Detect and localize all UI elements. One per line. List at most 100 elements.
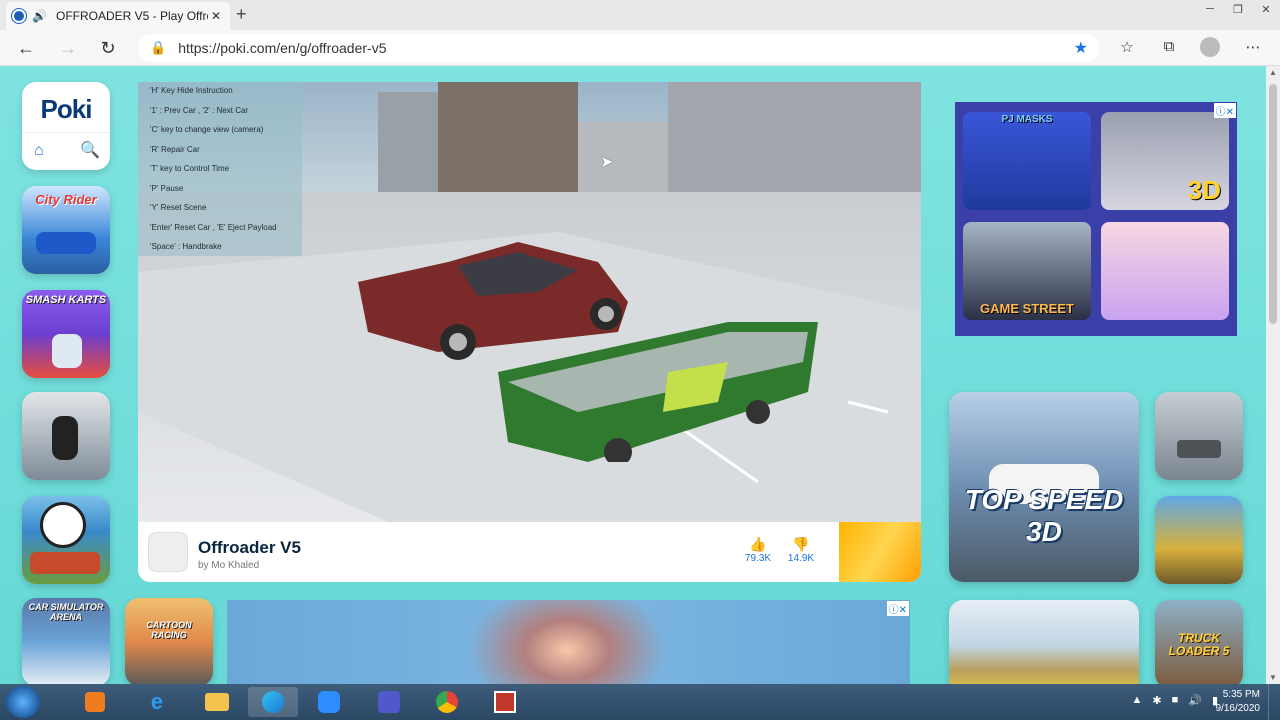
- browser-tab-strip: 🔊 OFFROADER V5 - Play Offro ✕ + ─ ❐ ✕: [0, 0, 1280, 30]
- game-author: by Mo Khaled: [198, 560, 260, 571]
- game-card-tank[interactable]: [1155, 392, 1243, 480]
- clock-time: 5:35 PM: [1222, 689, 1260, 700]
- tray-expand-icon[interactable]: ▲: [1131, 694, 1142, 707]
- taskbar-clock[interactable]: 5:35 PM 9/16/2020: [1200, 688, 1261, 716]
- game-thumb-label: CARTOON RACING: [146, 620, 192, 640]
- thumbs-down-icon: 👎: [792, 536, 810, 552]
- edge-browser-icon[interactable]: [248, 687, 298, 717]
- favorites-icon[interactable]: ☆: [1116, 38, 1138, 60]
- new-tab-icon[interactable]: +: [236, 4, 247, 25]
- media-player-icon[interactable]: [70, 687, 120, 717]
- ad-tile-label: 3D: [1187, 175, 1221, 205]
- decorative-stripe: [839, 522, 921, 582]
- thumbs-up-icon: 👍: [749, 536, 767, 552]
- windows-taskbar: e ▲ ✱ ■ 🔊 ▮ 5:35 PM 9/16/2020: [0, 684, 1280, 720]
- ad-bottom[interactable]: ⓘ✕: [227, 600, 910, 684]
- game-title: Offroader V5: [198, 538, 301, 557]
- url-text: https://poki.com/en/g/offroader-v5: [178, 40, 387, 56]
- instruction-line: 'Space' : Handbrake: [150, 242, 222, 251]
- instruction-line: 'C' key to change view (camera): [150, 125, 264, 134]
- browser-tab[interactable]: 🔊 OFFROADER V5 - Play Offro ✕: [6, 2, 230, 30]
- poki-logo-card: Poki ⌂ 🔍: [22, 82, 110, 170]
- game-thumb-smash-karts[interactable]: SMASH KARTS: [22, 290, 110, 378]
- collections-icon[interactable]: ⧉: [1158, 38, 1180, 60]
- game-card-rally[interactable]: [949, 600, 1139, 684]
- search-icon[interactable]: 🔍: [80, 140, 100, 160]
- instruction-line: 'H' Key Hide Instruction: [150, 86, 233, 95]
- game-canvas[interactable]: 'H' Key Hide Instruction '1' : Prev Car …: [138, 82, 921, 522]
- ad-close-icon[interactable]: ⓘ✕: [886, 601, 909, 616]
- like-button[interactable]: 👍 79.3K: [738, 536, 778, 564]
- game-thumb-moto[interactable]: [22, 392, 110, 480]
- start-button[interactable]: [6, 686, 40, 718]
- game-thumb-car-sim-arena[interactable]: CAR SIMULATOR ARENA: [22, 598, 110, 684]
- app-icon[interactable]: [480, 687, 530, 717]
- speaker-icon[interactable]: 🔊: [32, 9, 48, 23]
- window-controls: ─ ❐ ✕: [1196, 0, 1280, 18]
- scroll-down-icon[interactable]: ▼: [1269, 673, 1277, 682]
- edge-favicon-icon: [12, 9, 26, 23]
- instruction-line: 'P' Pause: [150, 183, 184, 193]
- game-card-label: TOP SPEED 3D: [964, 484, 1124, 547]
- internet-explorer-icon[interactable]: e: [132, 687, 182, 717]
- url-field[interactable]: 🔒 https://poki.com/en/g/offroader-v5 ★: [138, 34, 1100, 62]
- ad-tile[interactable]: PJ MASKS: [963, 112, 1091, 210]
- more-menu-icon[interactable]: ⋯: [1242, 38, 1264, 60]
- game-card-label: TRUCK LOADER 5: [1168, 631, 1230, 658]
- ad-close-icon[interactable]: ⓘ✕: [1213, 103, 1236, 118]
- close-tab-icon[interactable]: ✕: [208, 9, 224, 23]
- show-desktop-button[interactable]: [1268, 684, 1280, 720]
- game-thumb-label: SMASH KARTS: [25, 294, 107, 306]
- profile-avatar[interactable]: [1200, 37, 1220, 57]
- game-thumb-cartoon-racing[interactable]: CARTOON RACING: [125, 598, 213, 684]
- game-info-bar: Offroader V5 by Mo Khaled 👍 79.3K 👎 14.9…: [138, 522, 921, 582]
- scroll-up-icon[interactable]: ▲: [1269, 68, 1277, 77]
- tray-app-icon[interactable]: ■: [1172, 694, 1179, 707]
- page-scrollbar[interactable]: ▲ ▼: [1266, 66, 1280, 684]
- game-thumb-city-rider[interactable]: City Rider: [22, 186, 110, 274]
- maximize-icon[interactable]: ❐: [1224, 0, 1252, 18]
- forward-icon[interactable]: →: [56, 37, 80, 59]
- ad-tile[interactable]: [1101, 222, 1229, 320]
- game-card-top-speed[interactable]: TOP SPEED 3D: [949, 392, 1139, 582]
- instruction-line: 'T' key to Control Time: [150, 164, 230, 173]
- zoom-app-icon[interactable]: [304, 687, 354, 717]
- dislike-button[interactable]: 👎 14.9K: [781, 536, 821, 564]
- address-bar-row: ← → ↻ 🔒 https://poki.com/en/g/offroader-…: [0, 30, 1280, 66]
- instruction-line: 'Y' Reset Scene: [150, 203, 207, 212]
- ad-tile-label: PJ MASKS: [1001, 114, 1053, 125]
- page-content: Poki ⌂ 🔍 City Rider SMASH KARTS CAR SIMU…: [0, 66, 1266, 684]
- instruction-line: 'Enter' Reset Car , 'E' Eject Payload: [150, 222, 277, 232]
- game-thumb-label: CAR SIMULATOR ARENA: [28, 602, 104, 622]
- game-card-school-bus[interactable]: [1155, 496, 1243, 584]
- home-icon[interactable]: ⌂: [34, 142, 44, 160]
- scrollbar-thumb[interactable]: [1269, 84, 1277, 324]
- teams-app-icon[interactable]: [364, 687, 414, 717]
- favorite-star-icon[interactable]: ★: [1074, 38, 1088, 58]
- chrome-icon[interactable]: [422, 687, 472, 717]
- like-count: 79.3K: [744, 553, 772, 564]
- mouse-cursor-icon: ➤: [600, 154, 614, 171]
- game-card-truck-loader[interactable]: TRUCK LOADER 5: [1155, 600, 1243, 684]
- back-icon[interactable]: ←: [14, 37, 38, 59]
- poki-logo[interactable]: Poki: [22, 94, 110, 125]
- game-icon: [148, 532, 188, 572]
- bluetooth-icon[interactable]: ✱: [1152, 694, 1161, 707]
- ad-tile[interactable]: GAME STREET: [963, 222, 1091, 320]
- ad-image: [467, 600, 667, 684]
- instruction-line: 'R' Repair Car: [150, 144, 200, 154]
- minimize-icon[interactable]: ─: [1196, 0, 1224, 18]
- game-thumb-soccer-car[interactable]: [22, 496, 110, 584]
- dislike-count: 14.9K: [787, 553, 815, 564]
- ad-top-right[interactable]: PJ MASKS 3D GAME STREET ⓘ✕: [955, 102, 1237, 336]
- instruction-line: '1' : Prev Car , '2' : Next Car: [150, 105, 249, 115]
- reload-icon[interactable]: ↻: [96, 37, 120, 59]
- close-window-icon[interactable]: ✕: [1252, 0, 1280, 18]
- instructions-panel: 'H' Key Hide Instruction '1' : Prev Car …: [138, 82, 302, 256]
- game-thumb-label: City Rider: [35, 192, 97, 207]
- red-pickup-truck: [358, 242, 628, 360]
- ad-tile[interactable]: 3D: [1101, 112, 1229, 210]
- file-explorer-icon[interactable]: [192, 687, 242, 717]
- tab-title: OFFROADER V5 - Play Offro: [56, 9, 208, 23]
- clock-date: 9/16/2020: [1215, 703, 1261, 714]
